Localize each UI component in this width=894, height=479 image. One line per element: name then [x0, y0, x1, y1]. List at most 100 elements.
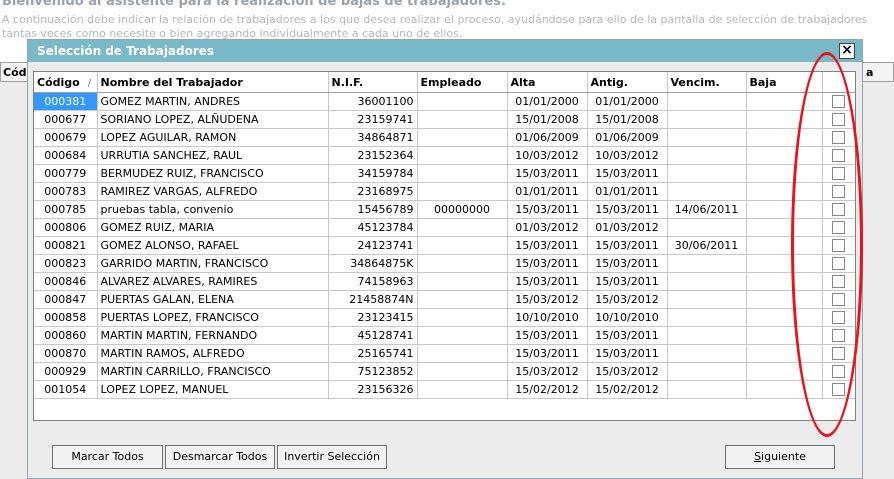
- checkbox-icon[interactable]: [832, 257, 845, 271]
- table-row[interactable]: 000677 SORIANO LOPEZ, ALÑUDENA 23159741 15/…: [34, 110, 855, 129]
- cell-codigo: 000846: [34, 272, 98, 291]
- cell-alta: 01/06/2009: [507, 128, 588, 147]
- background-description: A continuación debe indicar la relación …: [2, 13, 868, 40]
- dialog-title: Selección de Trabajadores: [37, 44, 215, 58]
- cell-empleado: [417, 128, 508, 147]
- checkbox-icon[interactable]: [832, 185, 845, 199]
- cell-nombre: GOMEZ RUIZ, MARIA: [97, 218, 329, 237]
- cell-check: [822, 110, 855, 129]
- table-row[interactable]: 000847 PUERTAS GALAN, ELENA 21458874N 15/03…: [34, 290, 855, 309]
- column-header-vencim[interactable]: Vencim.: [667, 72, 747, 93]
- checkbox-icon[interactable]: [832, 293, 845, 307]
- cell-vencim: [667, 254, 747, 273]
- checkbox-icon[interactable]: [832, 329, 845, 343]
- table-row[interactable]: 000929 MARTIN CARRILLO, FRANCISCO 75123852…: [34, 362, 855, 381]
- workers-table: Código / Nombre del Trabajador N.I.F. Emp…: [34, 72, 855, 421]
- checkbox-icon[interactable]: [832, 275, 845, 289]
- cell-baja: [746, 182, 823, 201]
- table-row[interactable]: 000823 GARRIDO MARTIN, FRANCISCO 34864875K…: [34, 254, 855, 273]
- checkbox-icon[interactable]: [832, 365, 845, 379]
- unmark-all-button[interactable]: Desmarcar Todos: [165, 445, 275, 469]
- mark-all-button[interactable]: Marcar Todos: [52, 445, 163, 469]
- cell-baja: [746, 146, 823, 165]
- table-row[interactable]: 000870 MARTIN RAMOS, ALFREDO 25165741 15/03…: [34, 344, 855, 363]
- cell-codigo: 000779: [34, 164, 98, 183]
- cell-baja: [746, 308, 823, 327]
- cell-antig: 15/03/2011: [587, 326, 668, 345]
- cell-alta: 01/01/2000: [507, 92, 588, 111]
- cell-nombre: GARRIDO MARTIN, FRANCISCO: [97, 254, 329, 273]
- checkbox-icon[interactable]: [832, 95, 845, 109]
- column-header-nombre[interactable]: Nombre del Trabajador: [97, 72, 329, 93]
- table-header-row: Código / Nombre del Trabajador N.I.F. Emp…: [34, 72, 855, 93]
- close-icon[interactable]: ×: [839, 43, 855, 59]
- cell-nombre: URRUTIA SANCHEZ, RAUL: [97, 146, 329, 165]
- table-row[interactable]: 000806 GOMEZ RUIZ, MARIA 45123784 01/03/201…: [34, 218, 855, 237]
- cell-check: [822, 326, 855, 345]
- cell-nif: 36001100: [328, 92, 418, 111]
- cell-antig: 15/03/2011: [587, 272, 668, 291]
- table-row[interactable]: 000779 BERMUDEZ RUIZ, FRANCISCO 34159784 15…: [34, 164, 855, 183]
- cell-empleado: 00000000: [417, 200, 508, 219]
- checkbox-icon[interactable]: [832, 347, 845, 361]
- cell-alta: 01/01/2011: [507, 182, 588, 201]
- cell-empleado: [417, 218, 508, 237]
- table-row[interactable]: 000858 PUERTAS LOPEZ, FRANCISCO 23123415 10…: [34, 308, 855, 327]
- cell-nif: 45128741: [328, 326, 418, 345]
- column-header-codigo[interactable]: Código /: [34, 72, 98, 93]
- table-row[interactable]: 001054 LOPEZ LOPEZ, MANUEL 23156326 15/02/2…: [34, 380, 855, 399]
- cell-vencim: [667, 326, 747, 345]
- checkbox-icon[interactable]: [832, 311, 845, 325]
- cell-baja: [746, 236, 823, 255]
- next-button[interactable]: Siguiente: [725, 445, 835, 469]
- column-header-check[interactable]: [822, 72, 855, 93]
- cell-vencim: [667, 128, 747, 147]
- cell-empleado: [417, 254, 508, 273]
- checkbox-icon[interactable]: [832, 203, 845, 217]
- table-row[interactable]: 000846 ALVAREZ ALVARES, RAMIRES 74158963 15…: [34, 272, 855, 291]
- table-row[interactable]: 000381 GOMEZ MARTIN, ANDRES 36001100 01/01/…: [34, 92, 855, 111]
- table-row[interactable]: 000684 URRUTIA SANCHEZ, RAUL 23152364 10/03…: [34, 146, 855, 165]
- cell-antig: 15/02/2012: [587, 380, 668, 399]
- cell-nif: 34864871: [328, 128, 418, 147]
- cell-check: [822, 92, 855, 111]
- cell-nombre: PUERTAS GALAN, ELENA: [97, 290, 329, 309]
- column-header-empleado[interactable]: Empleado: [417, 72, 508, 93]
- table-row[interactable]: 000821 GOMEZ ALONSO, RAFAEL 24123741 15/03/…: [34, 236, 855, 255]
- table-row[interactable]: 000783 RAMIREZ VARGAS, ALFREDO 23168975 01/…: [34, 182, 855, 201]
- checkbox-icon[interactable]: [832, 239, 845, 253]
- checkbox-icon[interactable]: [832, 167, 845, 181]
- cell-check: [822, 182, 855, 201]
- cell-vencim: [667, 272, 747, 291]
- checkbox-icon[interactable]: [832, 149, 845, 163]
- cell-nombre: LOPEZ LOPEZ, MANUEL: [97, 380, 329, 399]
- cell-vencim: [667, 182, 747, 201]
- invert-selection-button[interactable]: Invertir Selección: [277, 445, 387, 469]
- cell-codigo: 000823: [34, 254, 98, 273]
- workers-grid[interactable]: Código / Nombre del Trabajador N.I.F. Emp…: [33, 71, 856, 421]
- checkbox-icon[interactable]: [832, 383, 845, 397]
- table-body: 000381 GOMEZ MARTIN, ANDRES 36001100 01/01/…: [34, 92, 855, 421]
- cell-vencim: [667, 92, 747, 111]
- cell-nif: 24123741: [328, 236, 418, 255]
- cell-check: [822, 254, 855, 273]
- column-header-nif[interactable]: N.I.F.: [328, 72, 418, 93]
- checkbox-icon[interactable]: [832, 131, 845, 145]
- table-row[interactable]: 000679 LOPEZ AGUILAR, RAMON 34864871 01/06/…: [34, 128, 855, 147]
- table-row[interactable]: 000785 pruebas tabla, convenio 15456789 000…: [34, 200, 855, 219]
- cell-empleado: [417, 92, 508, 111]
- background-grid-header-left: Cód: [3, 66, 27, 79]
- cell-antig: 15/03/2011: [587, 236, 668, 255]
- cell-nombre: GOMEZ MARTIN, ANDRES: [97, 92, 329, 111]
- empty-cell: [328, 399, 417, 417]
- sort-icon: /: [87, 77, 92, 89]
- column-header-alta[interactable]: Alta: [507, 72, 588, 93]
- checkbox-icon[interactable]: [832, 221, 845, 235]
- cell-codigo: 001054: [34, 380, 98, 399]
- dialog-title-bar[interactable]: Selección de Trabajadores ×: [28, 40, 862, 62]
- cell-baja: [746, 326, 823, 345]
- checkbox-icon[interactable]: [832, 113, 845, 127]
- column-header-antig[interactable]: Antig.: [587, 72, 668, 93]
- column-header-baja[interactable]: Baja: [746, 72, 823, 93]
- table-row[interactable]: 000860 MARTIN MARTIN, FERNANDO 45128741 15/…: [34, 326, 855, 345]
